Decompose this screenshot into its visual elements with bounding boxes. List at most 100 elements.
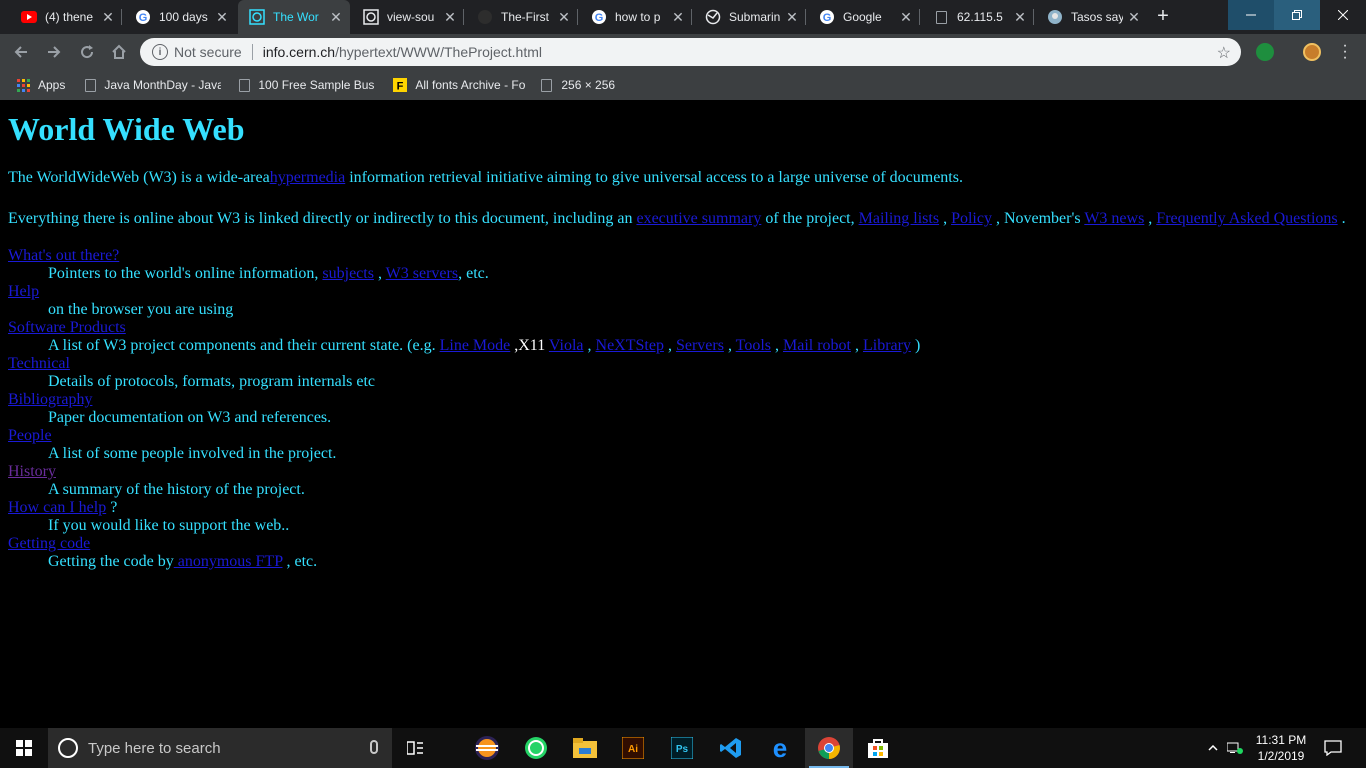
github-icon — [477, 9, 493, 25]
line-mode-link[interactable]: Line Mode — [440, 337, 511, 354]
tab-divider — [463, 9, 464, 25]
network-tray-icon[interactable] — [1226, 728, 1244, 768]
action-center-button[interactable] — [1318, 728, 1348, 768]
start-button[interactable] — [0, 728, 48, 768]
minimize-button[interactable] — [1228, 0, 1274, 30]
anonymous-ftp-link[interactable]: anonymous FTP — [174, 553, 283, 570]
tab-title: Submarin — [729, 10, 781, 24]
summary-text: , November's — [991, 210, 1085, 227]
executive-summary-link[interactable]: executive summary — [636, 210, 761, 227]
store-app[interactable] — [854, 728, 902, 768]
whats-out-there-link[interactable]: What's out there? — [8, 247, 119, 264]
taskbar-search-box[interactable]: Type here to search — [48, 728, 392, 768]
photoshop-app[interactable]: Ps — [658, 728, 706, 768]
technical-link[interactable]: Technical — [8, 355, 70, 372]
separator: , — [770, 337, 783, 354]
how-can-i-help-desc: If you would like to support the web.. — [48, 517, 290, 534]
eclipse-app[interactable] — [463, 728, 511, 768]
how-can-i-help-link[interactable]: How can I help — [8, 499, 106, 516]
task-view-button[interactable] — [392, 728, 440, 768]
tab-youtube[interactable]: (4) thene ✕ — [10, 0, 122, 34]
help-link[interactable]: Help — [8, 283, 39, 300]
tab-google[interactable]: G Google ✕ — [808, 0, 920, 34]
bookmark-free-sample[interactable]: 100 Free Sample Busi — [239, 78, 375, 92]
address-bar[interactable]: i Not secure info.cern.ch/hypertext/WWW/… — [140, 38, 1241, 66]
mailing-lists-link[interactable]: Mailing lists — [859, 210, 939, 227]
tools-link[interactable]: Tools — [736, 337, 771, 354]
new-tab-button[interactable]: + — [1153, 6, 1173, 27]
faq-link[interactable]: Frequently Asked Questions — [1156, 210, 1337, 227]
tab-the-first[interactable]: The-First ✕ — [466, 0, 578, 34]
bookmark-all-fonts[interactable]: F All fonts Archive - Fo — [393, 78, 529, 92]
tab-world-wide-web[interactable]: The Wor ✕ — [238, 0, 350, 34]
forward-button[interactable] — [43, 41, 65, 63]
photoshop-icon: Ps — [671, 737, 693, 759]
desc-text-end: , etc. — [282, 553, 318, 570]
home-button[interactable] — [108, 41, 130, 63]
microphone-icon[interactable] — [370, 740, 378, 754]
info-icon[interactable]: i — [152, 44, 168, 60]
chrome-menu-icon[interactable]: · · · — [1339, 38, 1351, 66]
tab-ip-address[interactable]: 62.115.5 ✕ — [922, 0, 1034, 34]
back-button[interactable] — [10, 41, 32, 63]
hypermedia-link[interactable]: hypermedia — [270, 169, 346, 186]
policy-link[interactable]: Policy — [951, 210, 992, 227]
edge-app[interactable]: e — [756, 728, 804, 768]
bookmark-256[interactable]: 256 × 256 — [539, 78, 615, 92]
nextstep-link[interactable]: NeXTStep — [596, 337, 664, 354]
close-window-button[interactable] — [1320, 0, 1366, 30]
close-tab-icon[interactable]: ✕ — [556, 9, 572, 25]
close-tab-icon[interactable]: ✕ — [784, 9, 800, 25]
close-tab-icon[interactable]: ✕ — [1012, 9, 1028, 25]
software-products-link[interactable]: Software Products — [8, 319, 126, 336]
bookmark-star-icon[interactable]: ☆ — [1217, 43, 1231, 63]
tab-view-source[interactable]: view-sou ✕ — [352, 0, 464, 34]
viola-link[interactable]: Viola — [549, 337, 584, 354]
people-link[interactable]: People — [8, 427, 52, 444]
close-tab-icon[interactable]: ✕ — [214, 9, 230, 25]
reload-button[interactable] — [76, 41, 98, 63]
close-tab-icon[interactable]: ✕ — [328, 9, 344, 25]
close-tab-icon[interactable]: ✕ — [898, 9, 914, 25]
illustrator-app[interactable]: Ai — [609, 728, 657, 768]
desc-text: A list of W3 project components and thei… — [48, 337, 440, 354]
close-tab-icon[interactable]: ✕ — [670, 9, 686, 25]
tab-submarine[interactable]: Submarin ✕ — [694, 0, 806, 34]
library-link[interactable]: Library — [863, 337, 911, 354]
tab-divider — [1033, 9, 1034, 25]
bibliography-link[interactable]: Bibliography — [8, 391, 92, 408]
tab-title: The Wor — [273, 10, 319, 24]
subjects-link[interactable]: subjects — [322, 265, 374, 282]
apps-grid-icon — [16, 78, 30, 92]
tab-100-days[interactable]: G 100 days ✕ — [124, 0, 236, 34]
whatsapp-app[interactable] — [512, 728, 560, 768]
tab-tasos[interactable]: Tasos say ✕ — [1036, 0, 1148, 34]
extension-icon[interactable] — [1256, 43, 1274, 61]
profile-avatar[interactable] — [1303, 43, 1321, 61]
maximize-button[interactable] — [1274, 0, 1320, 30]
vscode-app[interactable] — [707, 728, 755, 768]
page-icon — [539, 78, 553, 92]
show-hidden-icons-button[interactable] — [1204, 728, 1222, 768]
chrome-app[interactable] — [805, 728, 853, 768]
file-explorer-app[interactable] — [561, 728, 609, 768]
getting-code-link[interactable]: Getting code — [8, 535, 90, 552]
taskbar-clock[interactable]: 11:31 PM 1/2/2019 — [1244, 732, 1318, 764]
tab-divider — [577, 9, 578, 25]
close-tab-icon[interactable]: ✕ — [442, 9, 458, 25]
separator: , — [373, 265, 386, 282]
url-path: /hypertext/WWW/TheProject.html — [335, 44, 543, 60]
servers-link[interactable]: Servers — [676, 337, 724, 354]
mail-robot-link[interactable]: Mail robot — [783, 337, 851, 354]
whats-out-there-desc: Pointers to the world's online informati… — [48, 265, 1358, 283]
close-tab-icon[interactable]: ✕ — [100, 9, 116, 25]
close-tab-icon[interactable]: ✕ — [1126, 9, 1142, 25]
svg-text:e: e — [773, 736, 787, 760]
tab-title: Google — [843, 10, 882, 24]
w3-servers-link[interactable]: W3 servers — [386, 265, 458, 282]
bookmark-apps[interactable]: Apps — [16, 78, 65, 92]
w3-news-link[interactable]: W3 news — [1084, 210, 1144, 227]
bookmark-java-monthday[interactable]: Java MonthDay - Java — [85, 78, 221, 92]
history-link[interactable]: History — [8, 463, 56, 480]
tab-how-to[interactable]: G how to p ✕ — [580, 0, 692, 34]
